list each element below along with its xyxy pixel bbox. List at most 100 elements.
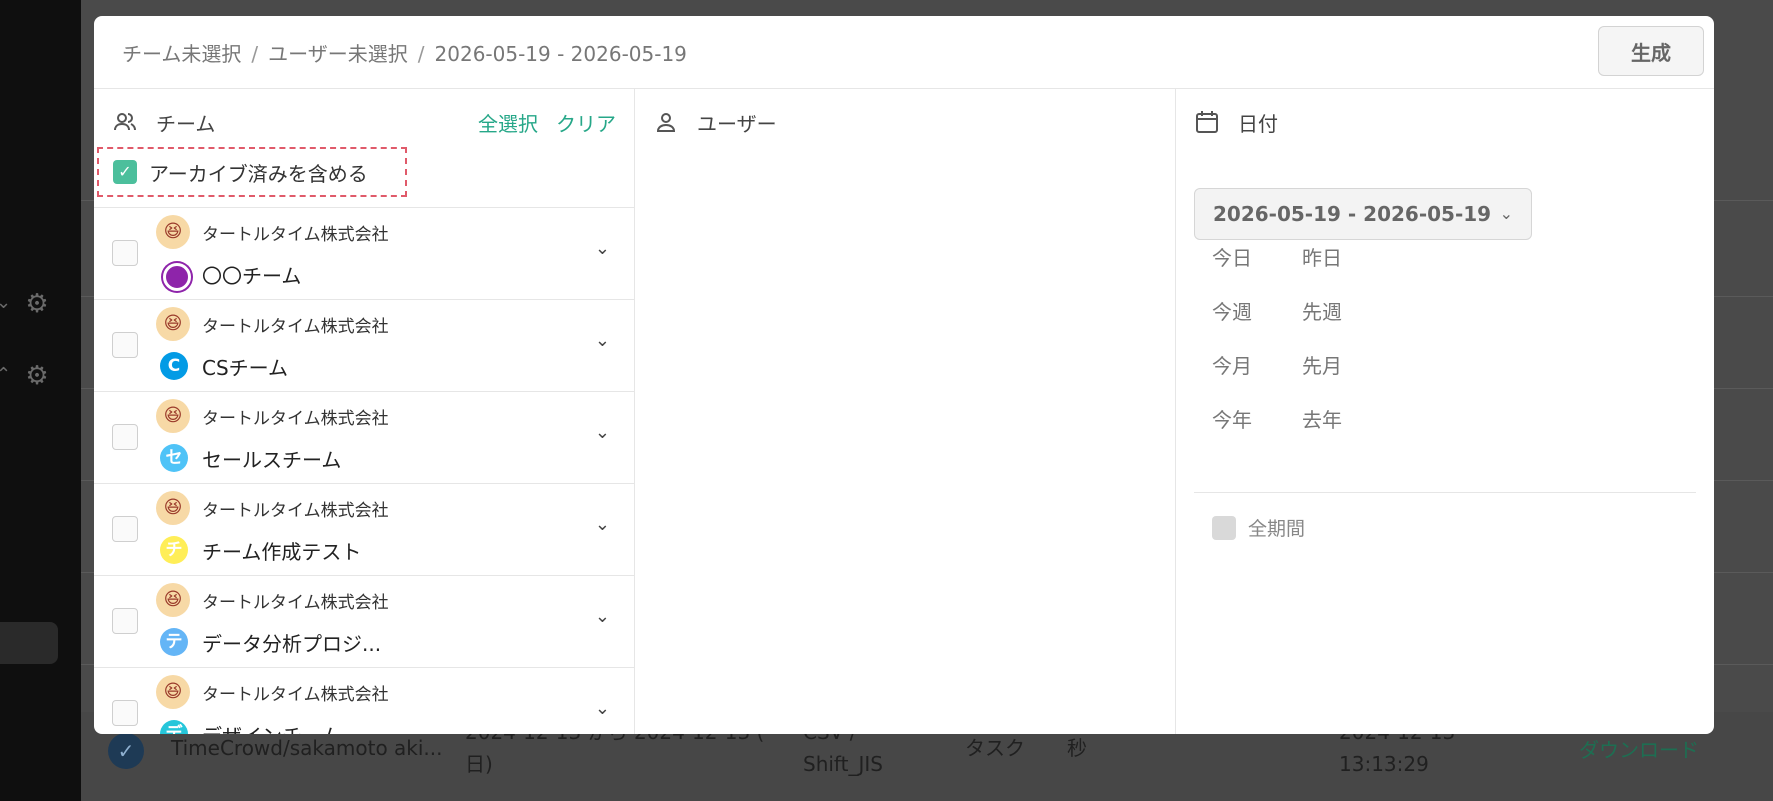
date-column-title: 日付	[1238, 111, 1278, 136]
row-type: タスク	[965, 736, 1025, 760]
breadcrumb-user: ユーザー未選択	[268, 42, 408, 66]
org-name: タートルタイム株式会社	[202, 685, 389, 705]
team-checkbox[interactable]	[112, 332, 138, 358]
preset-yesterday[interactable]: 昨日	[1302, 242, 1392, 271]
chevron-down-icon: ⌄	[1499, 204, 1513, 223]
team-name: チーム作成テスト	[202, 540, 362, 564]
team-avatar: セ	[160, 444, 188, 472]
breadcrumb-separator: /	[251, 42, 259, 66]
team-avatar: チ	[160, 536, 188, 564]
team-checkbox[interactable]	[112, 608, 138, 634]
date-column-header: 日付	[1194, 107, 1278, 137]
org-avatar: 😆	[156, 215, 190, 249]
preset-row: 今月 先月	[1212, 337, 1412, 391]
org-name: タートルタイム株式会社	[202, 317, 389, 337]
preset-today[interactable]: 今日	[1212, 242, 1302, 271]
preset-row: 今年 去年	[1212, 391, 1412, 445]
team-list-item[interactable]: 😆 タートルタイム株式会社 チ チーム作成テスト ⌄	[94, 483, 634, 575]
org-name: タートルタイム株式会社	[202, 225, 389, 245]
preset-row: 今日 昨日	[1212, 229, 1412, 283]
team-avatar: C	[160, 352, 188, 380]
preset-last-week[interactable]: 先週	[1302, 296, 1392, 325]
preset-this-month[interactable]: 今月	[1212, 350, 1302, 379]
team-checkbox[interactable]	[112, 516, 138, 542]
org-avatar: 😆	[156, 307, 190, 341]
breadcrumb-separator: /	[417, 42, 425, 66]
report-modal: チーム未選択 / ユーザー未選択 / 2026-05-19 - 2026-05-19 生…	[94, 16, 1714, 734]
preset-row: 今週 先週	[1212, 283, 1412, 337]
preset-this-year[interactable]: 今年	[1212, 404, 1302, 433]
row-created-time: 13:13:29	[1339, 752, 1429, 776]
chevron-down-icon[interactable]: ⌄	[595, 514, 610, 535]
preset-last-year[interactable]: 去年	[1302, 404, 1392, 433]
chevron-down-icon[interactable]: ⌄	[595, 330, 610, 351]
team-avatar: デ	[160, 720, 188, 734]
chevron-down-icon[interactable]: ⌄	[595, 238, 610, 259]
include-archived-label: アーカイブ済みを含める	[149, 161, 368, 186]
gear-icon: ⚙	[25, 289, 49, 319]
team-checkbox[interactable]	[112, 240, 138, 266]
team-avatar	[163, 263, 191, 291]
modal-header: チーム未選択 / ユーザー未選択 / 2026-05-19 - 2026-05-19 生…	[94, 16, 1714, 89]
clear-button[interactable]: クリア	[556, 108, 616, 137]
date-range-value: 2026-05-19 - 2026-05-19	[1213, 202, 1492, 226]
select-all-button[interactable]: 全選択	[478, 108, 538, 137]
team-name: データ分析プロジ...	[202, 632, 382, 656]
date-presets: 今日 昨日 今週 先週 今月 先月 今年 去年	[1212, 233, 1412, 445]
include-archived-checkbox[interactable]: ✓	[113, 160, 137, 184]
org-avatar: 😆	[156, 399, 190, 433]
user-column: ユーザー	[635, 89, 1176, 734]
download-link: ダウンロード	[1579, 738, 1699, 762]
chevron-down-icon: ⌄	[0, 292, 12, 313]
team-column-title: チーム	[156, 111, 216, 136]
org-name: タートルタイム株式会社	[202, 409, 389, 429]
team-avatar: テ	[160, 628, 188, 656]
team-name: 〇〇チーム	[202, 264, 302, 288]
team-list-item[interactable]: 😆 タートルタイム株式会社 テ データ分析プロジ... ⌄	[94, 575, 634, 667]
team-name: CSチーム	[202, 356, 289, 380]
team-checkbox[interactable]	[112, 424, 138, 450]
chevron-down-icon[interactable]: ⌄	[595, 698, 610, 719]
gear-icon: ⚙	[25, 361, 49, 391]
team-list: 😆 タートルタイム株式会社 〇〇チーム ⌄ 😆 タートルタイム株式会社 C CS…	[94, 207, 634, 734]
team-name: デザインチーム	[202, 720, 341, 734]
include-archived-option[interactable]: ✓ アーカイブ済みを含める	[97, 147, 407, 197]
breadcrumb-range: 2026-05-19 - 2026-05-19	[434, 42, 687, 66]
breadcrumb-team: チーム未選択	[122, 42, 242, 66]
user-column-header: ユーザー	[653, 107, 777, 137]
background-sidebar: ⌄ ⚙ ⌃ ⚙	[0, 0, 81, 801]
chevron-down-icon[interactable]: ⌄	[595, 422, 610, 443]
org-avatar: 😆	[156, 491, 190, 525]
row-period-end: 日)	[465, 752, 493, 776]
all-period-checkbox[interactable]	[1212, 515, 1236, 540]
preset-this-week[interactable]: 今週	[1212, 296, 1302, 325]
team-list-item[interactable]: 😆 タートルタイム株式会社 〇〇チーム ⌄	[94, 207, 634, 299]
team-name: セールスチーム	[202, 448, 342, 472]
check-icon: ✓	[108, 733, 144, 769]
user-icon	[653, 109, 679, 135]
team-list-item[interactable]: 😆 タートルタイム株式会社 C CSチーム ⌄	[94, 299, 634, 391]
users-icon	[112, 109, 138, 135]
all-period-label: 全期間	[1248, 518, 1306, 540]
org-name: タートルタイム株式会社	[202, 593, 389, 613]
calendar-icon	[1194, 109, 1220, 135]
breadcrumb: チーム未選択 / ユーザー未選択 / 2026-05-19 - 2026-05-19	[122, 38, 687, 67]
team-checkbox[interactable]	[112, 700, 138, 726]
preset-last-month[interactable]: 先月	[1302, 350, 1392, 379]
org-avatar: 😆	[156, 583, 190, 617]
org-name: タートルタイム株式会社	[202, 501, 389, 521]
team-actions: 全選択 クリア	[478, 107, 616, 137]
date-column: 日付 2026-05-19 - 2026-05-19 ⌄ 今日 昨日 今週 先週…	[1176, 89, 1714, 734]
row-title: TimeCrowd/sakamoto aki...	[171, 736, 443, 760]
all-period-option[interactable]: 全期間	[1212, 514, 1305, 541]
chevron-up-icon: ⌃	[0, 364, 12, 385]
sidebar-selected-item	[0, 622, 58, 664]
chevron-down-icon[interactable]: ⌄	[595, 606, 610, 627]
team-list-item[interactable]: 😆 タートルタイム株式会社 セ セールスチーム ⌄	[94, 391, 634, 483]
team-list-item[interactable]: 😆 タートルタイム株式会社 デ デザインチーム ⌄	[94, 667, 634, 734]
row-unit: 秒	[1067, 736, 1087, 760]
team-column-header: チーム	[112, 107, 215, 137]
user-column-title: ユーザー	[697, 111, 777, 136]
row-encoding: Shift_JIS	[803, 752, 883, 776]
generate-button[interactable]: 生成	[1598, 26, 1704, 76]
